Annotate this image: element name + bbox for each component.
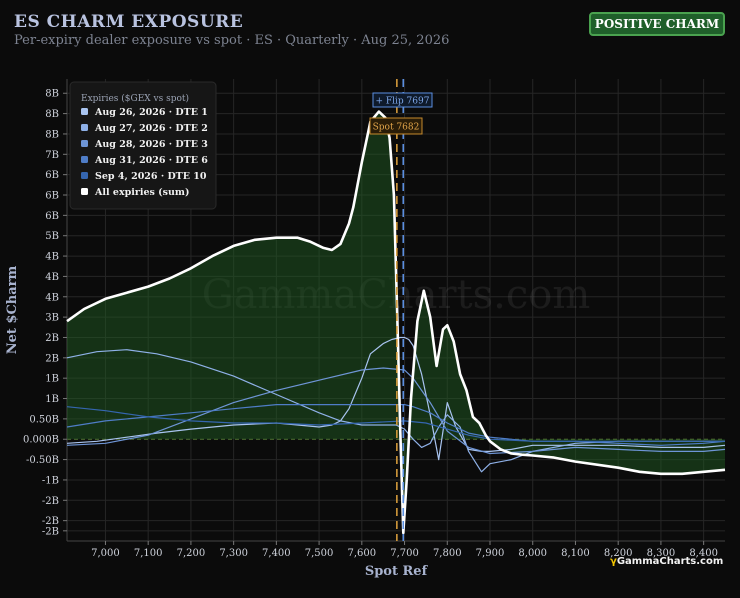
- y-tick-label: 1B: [45, 394, 59, 405]
- x-tick-label: 7,500: [305, 548, 334, 559]
- y-tick-label: -2B: [42, 516, 59, 527]
- y-tick-label: 7B: [45, 150, 59, 161]
- y-tick-label: 1B: [45, 374, 59, 385]
- y-tick-label: 4B: [45, 292, 59, 303]
- x-tick-label: 8,100: [561, 548, 590, 559]
- y-tick-label: 0.000B: [23, 435, 59, 446]
- legend-title: Expiries ($GEX vs spot): [81, 93, 189, 104]
- x-axis-label: Spot Ref: [365, 564, 429, 579]
- legend-item-label: Aug 28, 2026 · DTE 3: [94, 139, 208, 150]
- y-tick-label: -0.50B: [26, 455, 59, 466]
- gamma-icon: γ: [610, 556, 617, 567]
- legend-swatch: [81, 172, 88, 179]
- y-tick-label: 8B: [45, 109, 59, 120]
- legend-swatch: [81, 188, 88, 195]
- x-tick-label: 7,200: [177, 548, 206, 559]
- y-tick-label: 3B: [45, 313, 59, 324]
- y-tick-label: -2B: [42, 496, 59, 507]
- y-tick-label: 2B: [45, 333, 59, 344]
- legend-item-label: Sep 4, 2026 · DTE 10: [95, 171, 207, 182]
- y-tick-label: 4B: [45, 252, 59, 263]
- legend-swatch: [81, 124, 88, 131]
- y-tick-label: 0.50B: [29, 414, 59, 425]
- y-tick-label: 8B: [45, 89, 59, 100]
- legend-item-label: Aug 26, 2026 · DTE 1: [94, 107, 208, 118]
- flip-label: + Flip 7697: [376, 97, 430, 107]
- y-tick-label: 6B: [45, 170, 59, 181]
- y-tick-label: 4B: [45, 272, 59, 283]
- y-axis-ticks: -2B-2B-2B-1B-0.50B0.000B0.50B1B1B2B2B3B4…: [23, 89, 67, 537]
- x-tick-label: 8,000: [518, 548, 547, 559]
- spot-label: Spot 7682: [373, 123, 420, 133]
- brand-text: GammaCharts.com: [616, 556, 724, 567]
- x-tick-label: 7,300: [219, 548, 248, 559]
- x-tick-label: 7,800: [433, 548, 462, 559]
- y-tick-label: 2B: [45, 353, 59, 364]
- y-tick-label: 8B: [45, 129, 59, 140]
- x-tick-label: 7,000: [91, 548, 120, 559]
- legend-item-label: All expiries (sum): [94, 187, 189, 198]
- legend-item-label: Aug 27, 2026 · DTE 2: [94, 123, 208, 134]
- legend-swatch: [81, 140, 88, 147]
- legend-item-label: Aug 31, 2026 · DTE 6: [94, 155, 208, 166]
- x-tick-label: 7,100: [134, 548, 163, 559]
- legend: Expiries ($GEX vs spot) Aug 26, 2026 · D…: [69, 81, 217, 210]
- y-tick-label: 5B: [45, 231, 59, 242]
- x-tick-label: 7,900: [476, 548, 505, 559]
- y-tick-label: -2B: [42, 526, 59, 537]
- x-tick-label: 7,400: [262, 548, 291, 559]
- legend-swatch: [81, 108, 88, 115]
- x-tick-label: 7,600: [347, 548, 376, 559]
- brand-logo: γGammaCharts.com: [610, 556, 723, 567]
- charm-chart: GammaCharts.com + Flip 7697 Spot 7682 7,0…: [5, 79, 726, 579]
- x-tick-label: 7,700: [390, 548, 419, 559]
- y-tick-label: 6B: [45, 211, 59, 222]
- legend-swatch: [81, 156, 88, 163]
- y-axis-label: Net $Charm: [5, 265, 20, 354]
- y-tick-label: -1B: [42, 475, 59, 486]
- y-tick-label: 6B: [45, 191, 59, 202]
